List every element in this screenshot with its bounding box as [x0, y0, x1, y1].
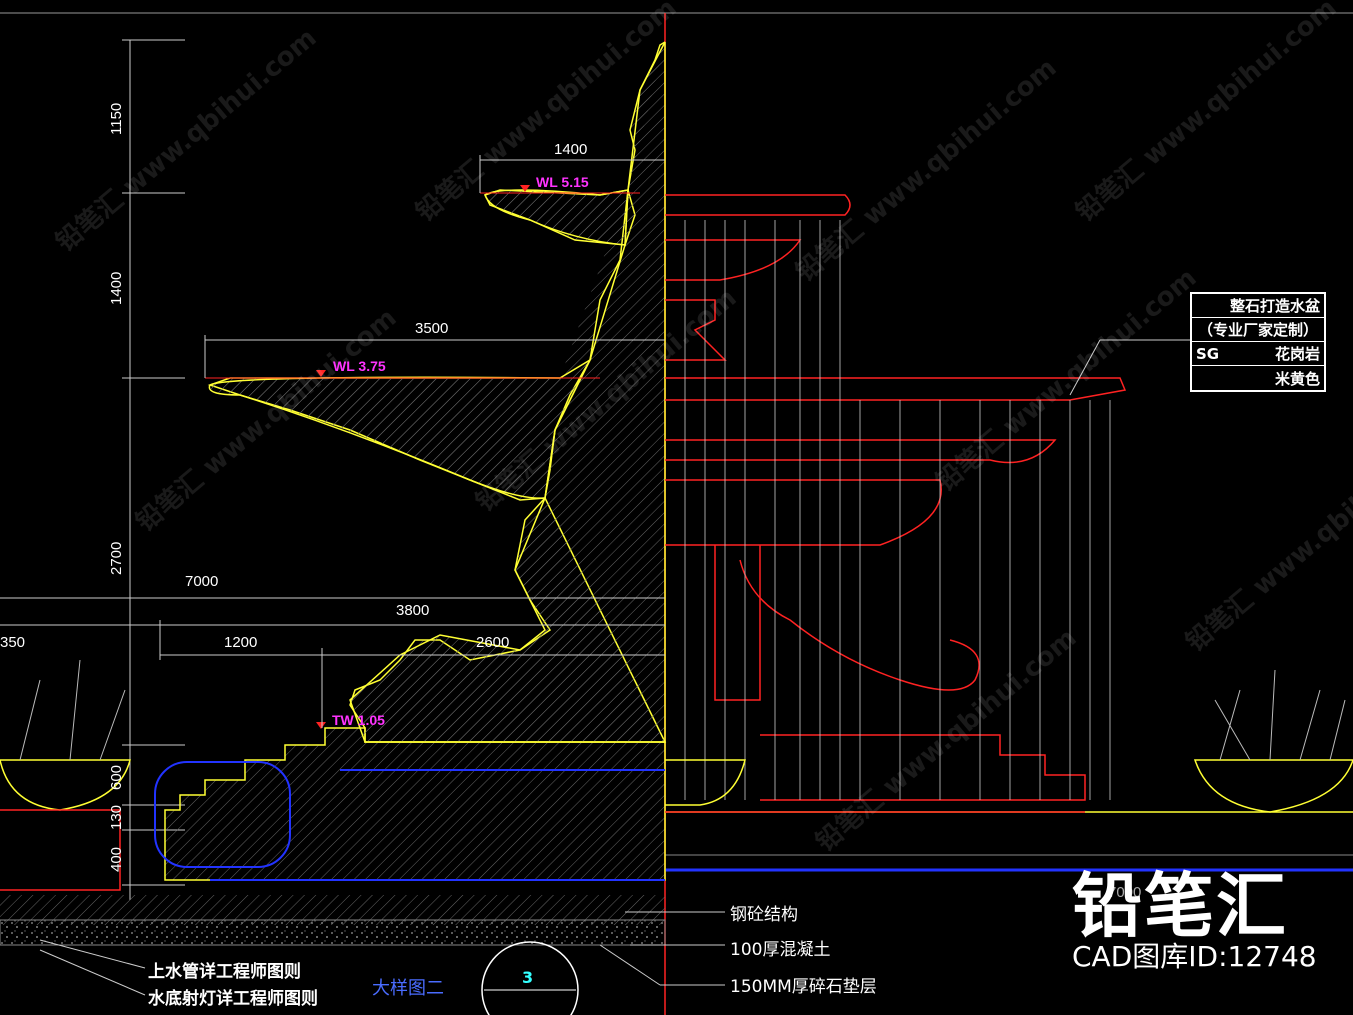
- right-planter: [1193, 669, 1353, 813]
- note-rc-structure: 钢砼结构: [730, 905, 798, 925]
- note-gravel: 150MM厚碎石垫层: [730, 977, 877, 997]
- wl-top-label: WL 5.15: [536, 174, 589, 190]
- dim-7000: 7000: [185, 573, 219, 590]
- legend-text: （专业厂家定制）: [1197, 321, 1318, 339]
- dim-vertical-130: 130: [108, 804, 125, 830]
- wl-mid-label: WL 3.75: [333, 358, 386, 374]
- dim-2600: 2600: [476, 634, 510, 651]
- detail-number: 3: [522, 968, 534, 987]
- brand-id-label: CAD图库ID:12748: [1072, 940, 1317, 973]
- legend-text: 整石打造水盆: [1229, 297, 1320, 315]
- fountain-elevation-right: [665, 194, 1127, 813]
- legend-row: SG 花岗岩: [1192, 342, 1324, 366]
- water-curtain-lines: [684, 220, 1111, 800]
- note-underwater-light: 水底射灯详工程师图则: [148, 989, 318, 1009]
- detail-label: 大样图二: [372, 978, 444, 999]
- dim-3800: 3800: [396, 602, 430, 619]
- dim-350: 350: [0, 634, 26, 651]
- gravel-layer: [0, 919, 666, 946]
- dim-vertical-1400: 1400: [108, 271, 125, 305]
- dim-1200: 1200: [224, 634, 258, 651]
- dim-vertical-2700: 2700: [108, 541, 125, 575]
- dim-vertical-1150: 1150: [108, 102, 125, 135]
- legend-text: 米黄色: [1274, 369, 1320, 388]
- material-legend-table: 整石打造水盆 （专业厂家定制） SG 花岗岩 米黄色: [1190, 292, 1326, 392]
- note-concrete: 100厚混凝土: [730, 940, 831, 960]
- legend-row: 整石打造水盆: [1192, 294, 1324, 318]
- pool-section: [154, 727, 666, 881]
- dim-1400: 1400: [554, 141, 588, 158]
- legend-text: 花岗岩: [1274, 345, 1320, 363]
- legend-row: 米黄色: [1192, 366, 1324, 390]
- dim-vertical-400: 400: [108, 846, 125, 872]
- dim-3500: 3500: [415, 320, 449, 337]
- legend-row: （专业厂家定制）: [1192, 318, 1324, 342]
- legend-code: SG: [1196, 344, 1220, 363]
- tw-label: TW 1.05: [332, 712, 385, 728]
- dim-vertical-600: 600: [108, 764, 125, 790]
- note-supply-pipe: 上水管详工程师图则: [148, 962, 301, 982]
